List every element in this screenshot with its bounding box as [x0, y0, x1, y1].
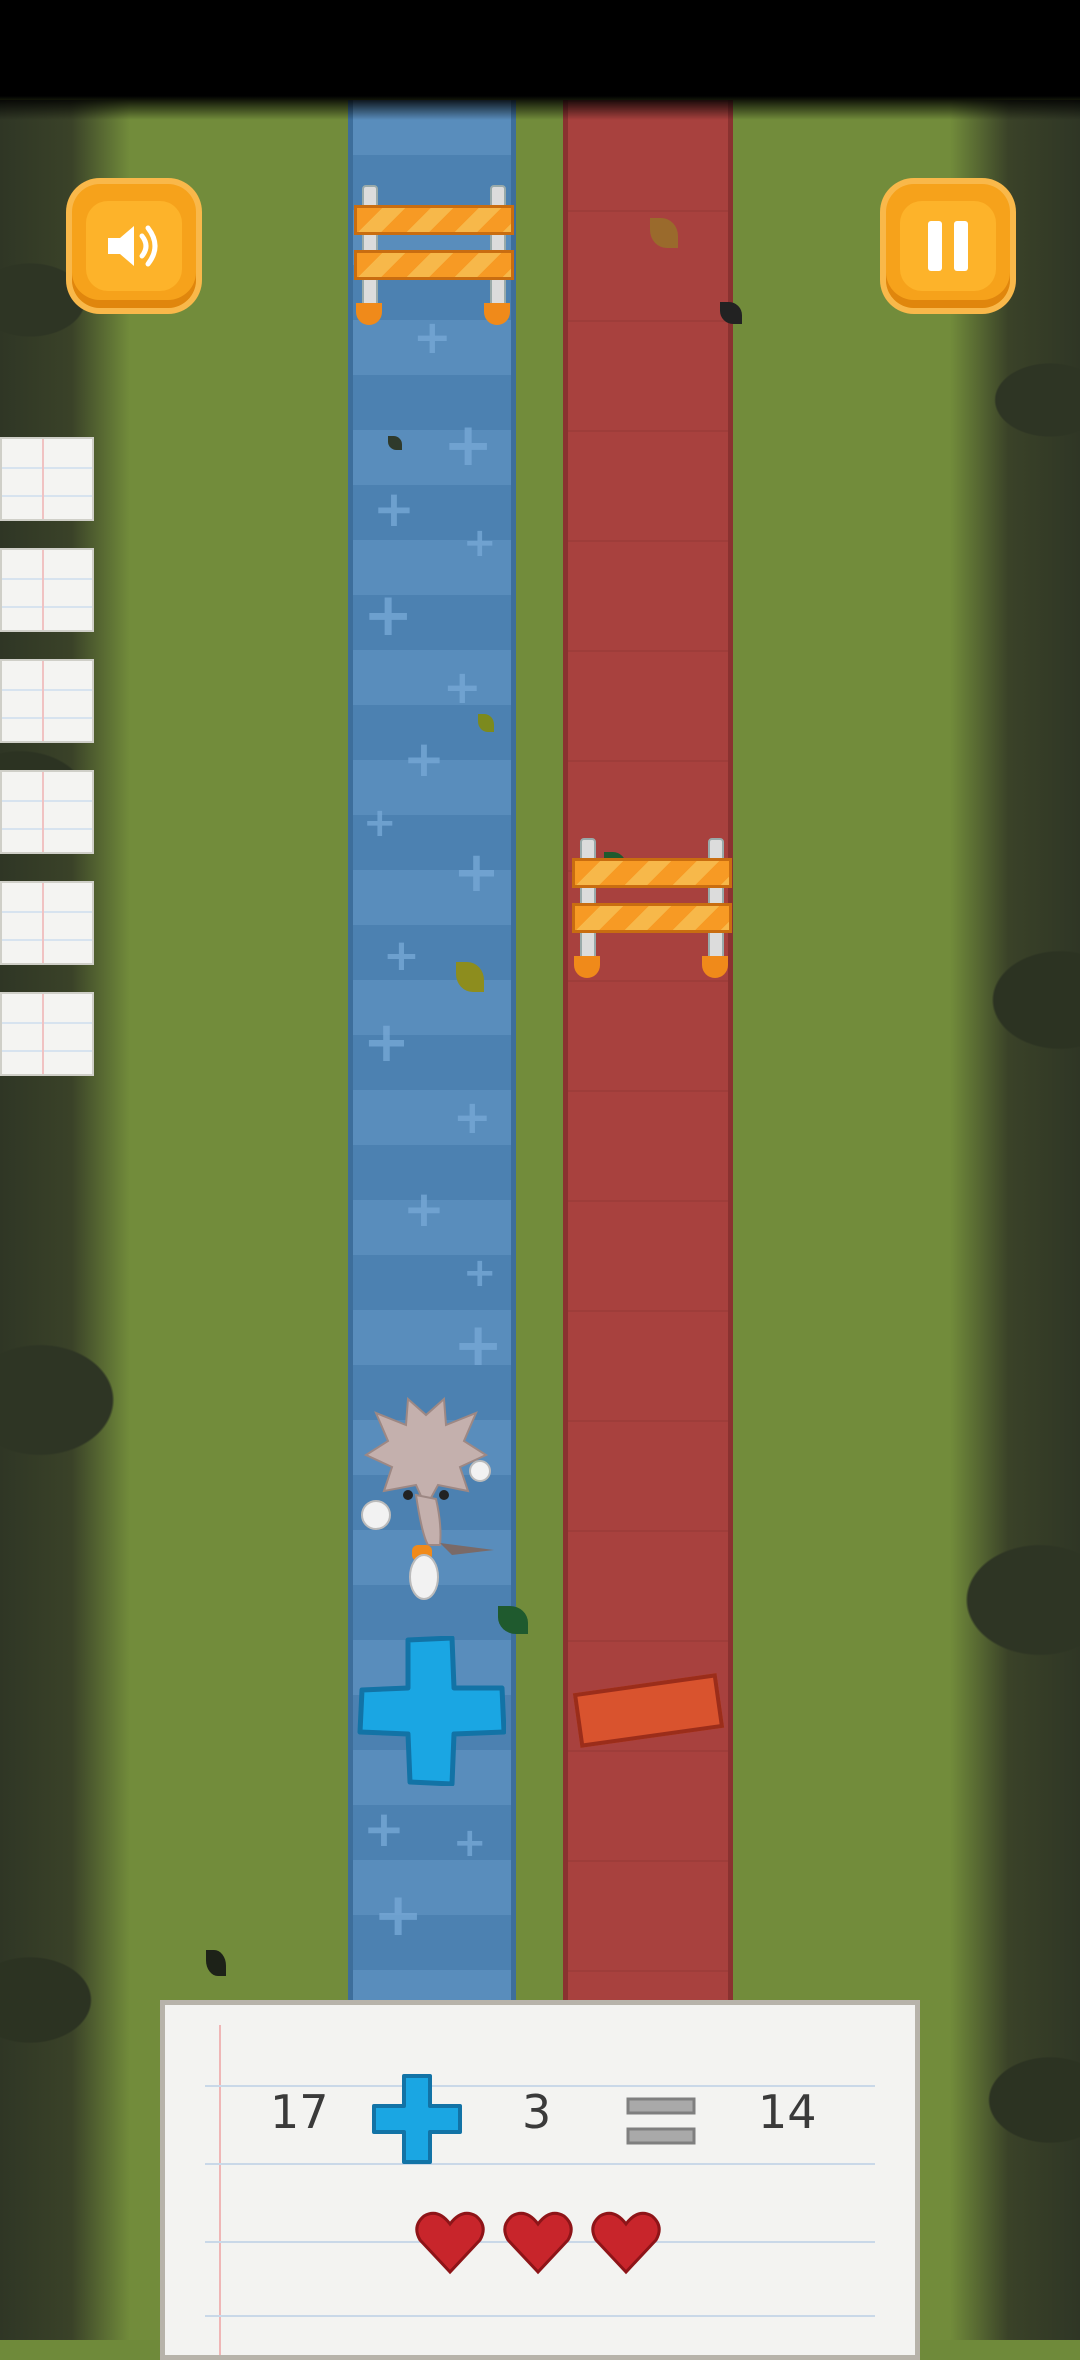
lane-plus-mark: +	[453, 1310, 504, 1380]
side-answer-card[interactable]	[0, 881, 94, 965]
equation-right-operand: 3	[522, 2085, 552, 2139]
heart-icon	[415, 2211, 485, 2275]
equation-left-operand: 17	[270, 2085, 329, 2139]
status-bar	[0, 0, 1080, 120]
side-answer-card[interactable]	[0, 437, 94, 521]
player-cat	[361, 1396, 494, 1600]
lane-plus-mark: +	[453, 840, 500, 905]
equals-icon	[626, 2097, 696, 2145]
equation-panel	[160, 2000, 920, 2360]
lane-plus-mark: +	[443, 660, 482, 714]
side-answer-card[interactable]	[0, 548, 94, 632]
speaker-icon	[108, 225, 158, 267]
lane-plus-mark: +	[453, 1090, 492, 1144]
lane-plus-mark: +	[363, 1800, 405, 1858]
side-answer-card[interactable]	[0, 659, 94, 743]
road-barrier	[572, 838, 732, 978]
side-answer-card[interactable]	[0, 992, 94, 1076]
pause-icon	[928, 221, 968, 271]
lane-plus-mark: +	[363, 1010, 410, 1075]
equation-result: 14	[758, 2085, 817, 2139]
forest-left	[0, 100, 130, 2340]
heart-icon	[591, 2211, 661, 2275]
lane-plus-mark: +	[383, 930, 420, 981]
side-answer-card[interactable]	[0, 770, 94, 854]
lane-plus-mark: +	[373, 480, 415, 538]
forest-right	[950, 100, 1080, 2340]
leaf-decoration	[478, 714, 494, 732]
sound-button[interactable]	[72, 184, 196, 308]
road-barrier	[354, 185, 514, 325]
grass-background	[0, 0, 1080, 2340]
lane-plus-mark: +	[403, 730, 445, 788]
lane-plus-mark: +	[463, 520, 497, 566]
lane-plus-mark: +	[463, 1250, 497, 1296]
lane-plus-mark: +	[363, 580, 414, 650]
lane-plus-mark: +	[453, 1820, 487, 1866]
heart-icon	[503, 2211, 573, 2275]
lane-plus-mark: +	[373, 1880, 424, 1950]
lane-plus-mark: +	[403, 1180, 445, 1238]
plus-powerup	[357, 1636, 506, 1786]
leaf-decoration	[388, 436, 402, 450]
pause-button[interactable]	[886, 184, 1010, 308]
plus-operator-icon	[372, 2074, 462, 2164]
lane-plus-mark: +	[443, 410, 494, 480]
lane-plus-mark: +	[363, 800, 397, 846]
